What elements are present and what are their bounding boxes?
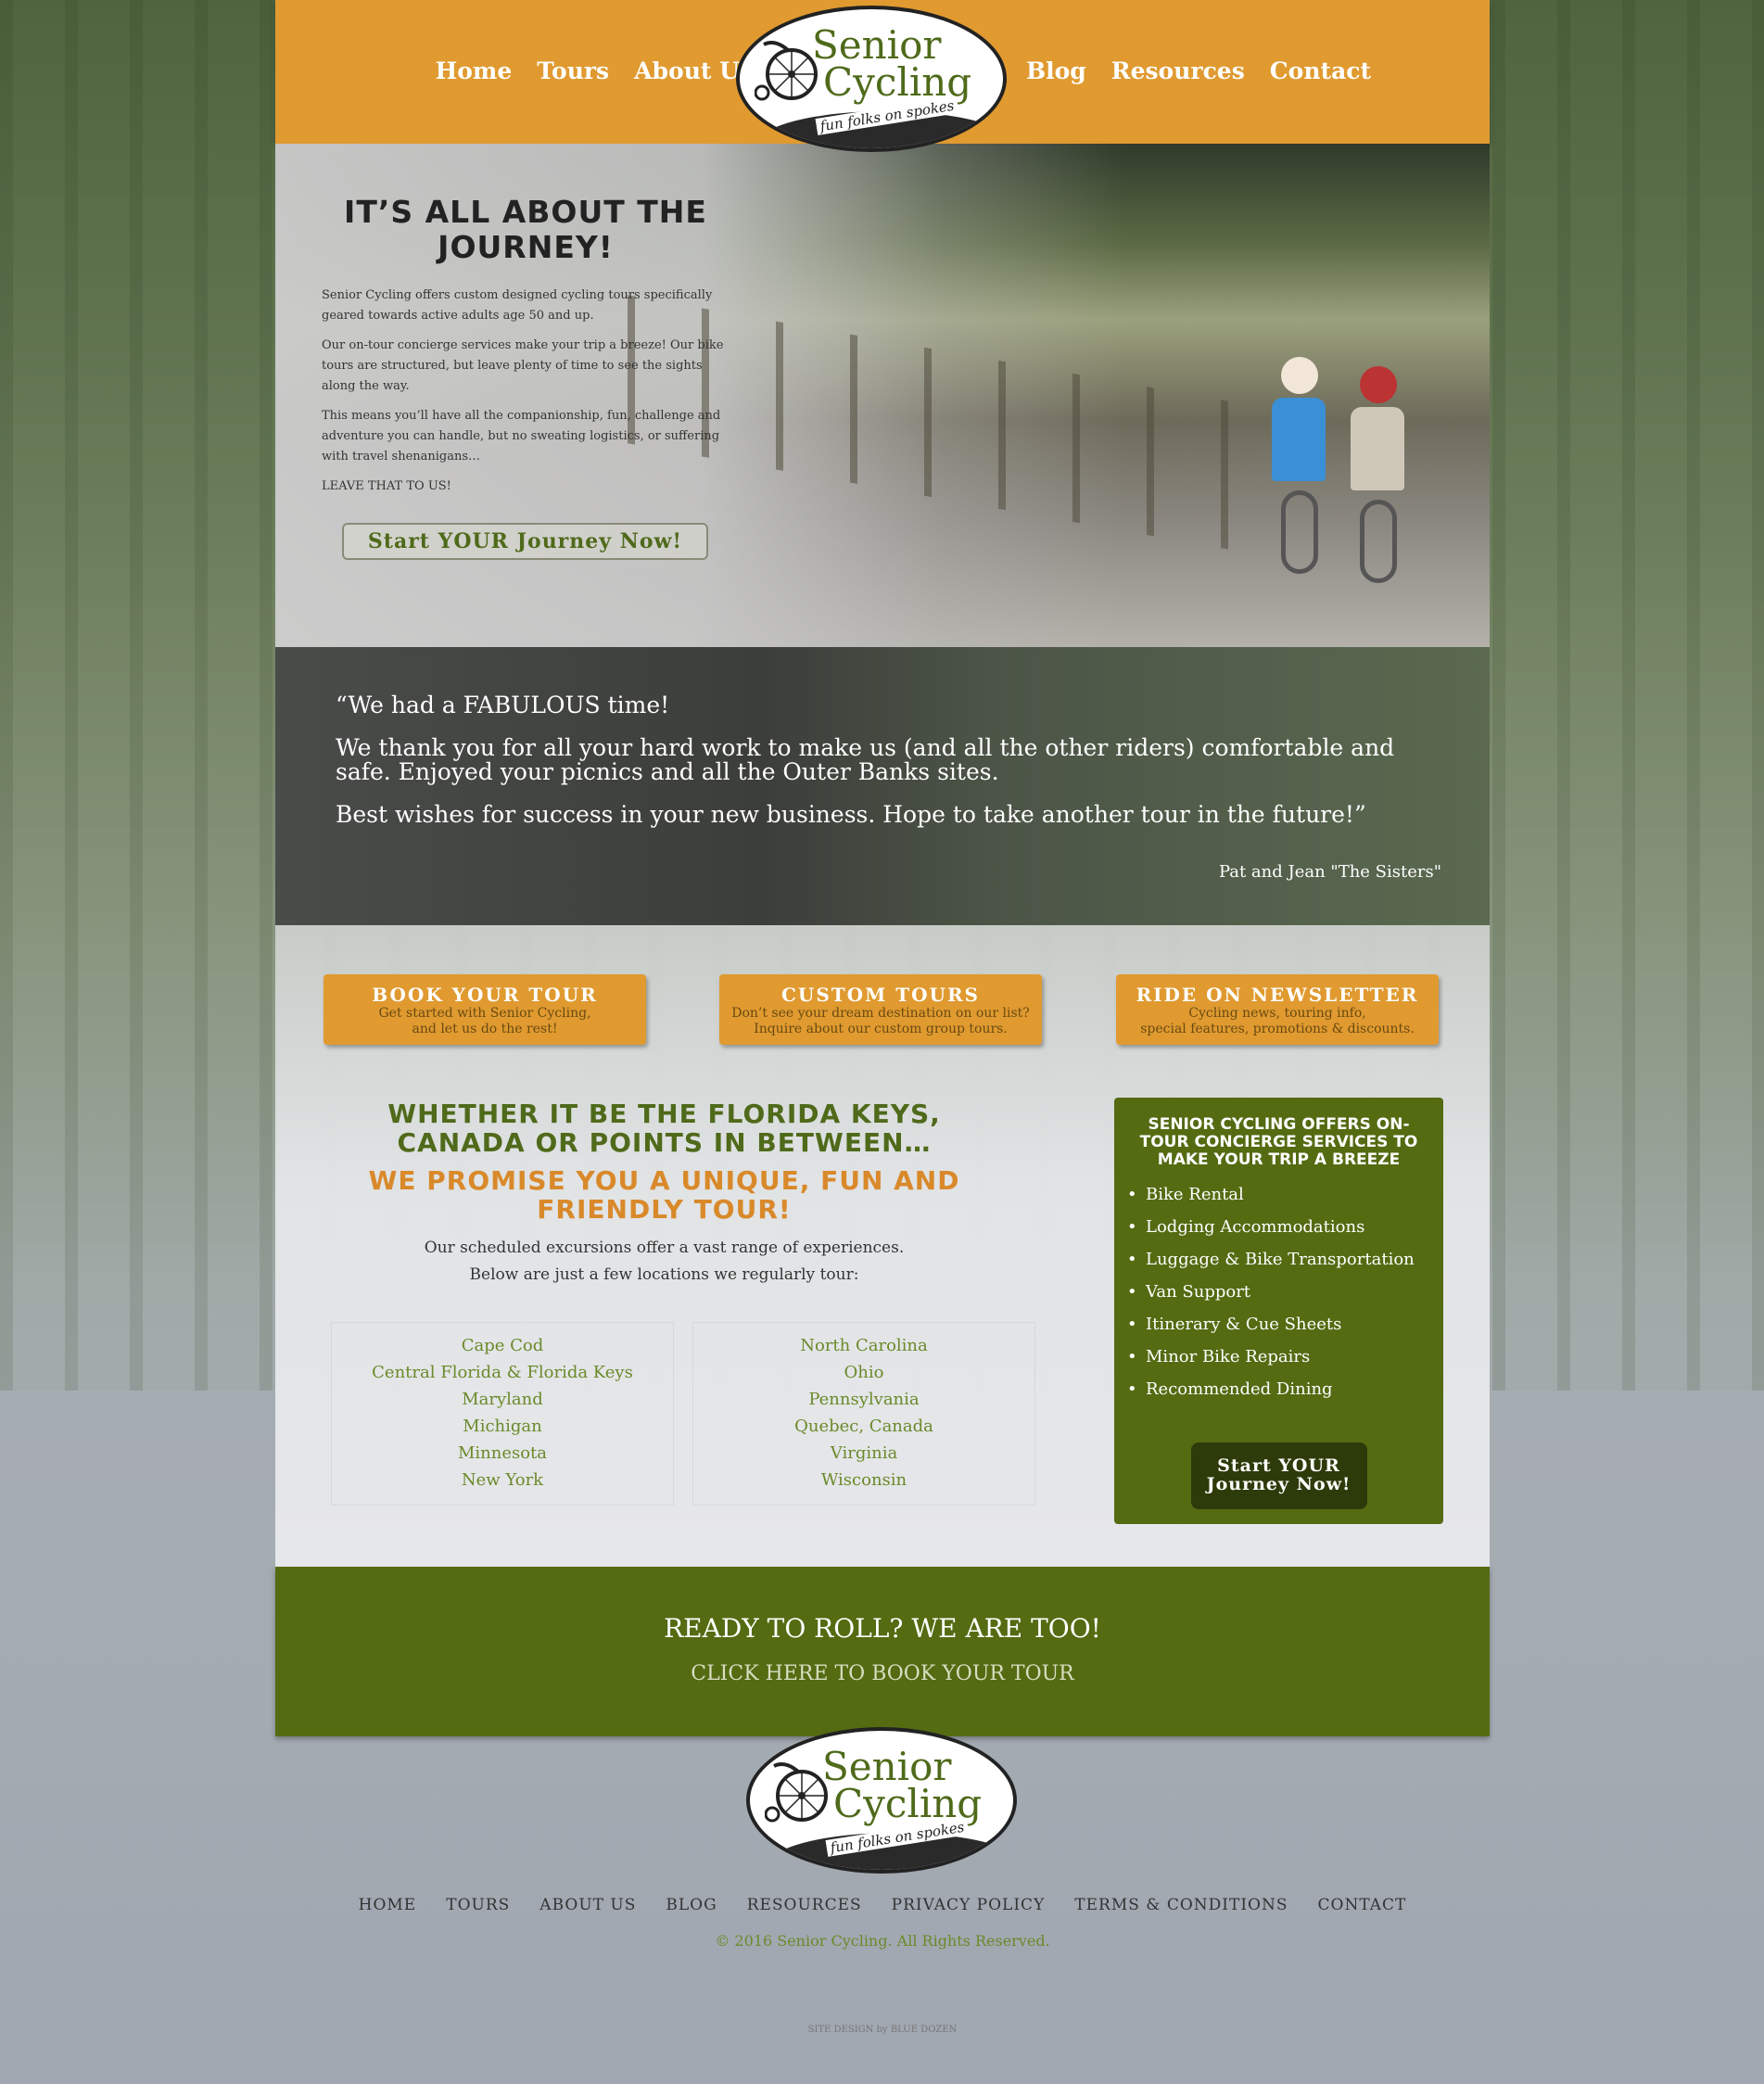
location-item[interactable]: Cape Cod: [332, 1332, 673, 1359]
testimonial-author: Pat and Jean "The Sisters": [1218, 862, 1441, 882]
nav-about-us[interactable]: About Us: [634, 57, 753, 84]
promo-heading: WHETHER IT BE THE FLORIDA KEYS, CANADA O…: [387, 1099, 941, 1158]
footer-logo[interactable]: Senior Cycling fun folks on spokes: [746, 1727, 1017, 1874]
hero-title: IT’S ALL ABOUT THE JOURNEY!: [344, 194, 707, 265]
hero-photo-rider: [1351, 366, 1406, 589]
nav-contact[interactable]: Contact: [1270, 57, 1371, 84]
book-tour-link[interactable]: CLICK HERE TO BOOK YOUR TOUR: [275, 1662, 1490, 1685]
button-label-line: Start YOUR: [1217, 1455, 1340, 1476]
service-item: Bike Rental: [1127, 1178, 1423, 1211]
hero-photo-rider: [1272, 357, 1327, 579]
location-item[interactable]: Minnesota: [332, 1440, 673, 1467]
footer-nav-home[interactable]: HOME: [359, 1896, 417, 1914]
nav-tours[interactable]: Tours: [537, 57, 609, 84]
footer-nav-privacy-policy[interactable]: PRIVACY POLICY: [892, 1896, 1046, 1914]
cta-title: BOOK YOUR TOUR: [372, 984, 598, 1006]
location-item[interactable]: Quebec, Canada: [693, 1413, 1034, 1440]
location-item[interactable]: Central Florida & Florida Keys: [332, 1359, 673, 1386]
location-item[interactable]: Maryland: [332, 1386, 673, 1413]
location-item[interactable]: Ohio: [693, 1359, 1034, 1386]
nav-right: Blog Resources Contact: [1026, 57, 1371, 84]
service-item: Recommended Dining: [1127, 1373, 1423, 1405]
cta-subtitle: Inquire about our custom group tours.: [754, 1022, 1008, 1036]
promo-intro-line: Below are just a few locations we regula…: [469, 1265, 859, 1284]
custom-tours-button[interactable]: CUSTOM TOURS Don’t see your dream destin…: [719, 974, 1042, 1045]
promo-subheading: WE PROMISE YOU A UNIQUE, FUN AND FRIENDL…: [368, 1165, 960, 1225]
services-box: SENIOR CYCLING OFFERS ON-TOUR CONCIERGE …: [1114, 1098, 1443, 1524]
footer-nav-terms[interactable]: TERMS & CONDITIONS: [1074, 1896, 1288, 1914]
service-item: Minor Bike Repairs: [1127, 1341, 1423, 1373]
cta-subtitle: and let us do the rest!: [412, 1022, 558, 1036]
service-item: Lodging Accommodations: [1127, 1211, 1423, 1243]
ready-to-roll-section: READY TO ROLL? WE ARE TOO! CLICK HERE TO…: [275, 1567, 1490, 1736]
cta-subtitle: special features, promotions & discounts…: [1140, 1022, 1415, 1036]
hero-text-block: IT’S ALL ABOUT THE JOURNEY! Senior Cycli…: [322, 195, 730, 560]
service-item: Van Support: [1127, 1276, 1423, 1308]
footer-nav-tours[interactable]: TOURS: [446, 1896, 510, 1914]
hero-paragraph: This means you’ll have all the companion…: [322, 409, 721, 464]
service-item: Itinerary & Cue Sheets: [1127, 1308, 1423, 1341]
cta-subtitle: Get started with Senior Cycling,: [378, 1006, 591, 1021]
nav-left: Home Tours About Us: [436, 57, 753, 84]
services-heading: SENIOR CYCLING OFFERS ON-TOUR CONCIERGE …: [1139, 1115, 1418, 1169]
cta-subtitle: Don’t see your dream destination on our …: [731, 1006, 1030, 1021]
ride-on-newsletter-button[interactable]: RIDE ON NEWSLETTER Cycling news, touring…: [1116, 974, 1439, 1045]
penny-farthing-icon: [765, 1762, 828, 1823]
location-item[interactable]: Wisconsin: [693, 1467, 1034, 1493]
services-list: Bike Rental Lodging Accommodations Lugga…: [1127, 1178, 1423, 1405]
promo-intro: Our scheduled excursions offer a vast ra…: [333, 1235, 996, 1289]
site-credit[interactable]: SITE DESIGN by BLUE DOZEN: [275, 2025, 1490, 2035]
hero-paragraph: Senior Cycling offers custom designed cy…: [322, 288, 713, 323]
hero-paragraph: LEAVE THAT TO US!: [322, 479, 451, 493]
location-item[interactable]: New York: [332, 1467, 673, 1493]
content-panel: BOOK YOUR TOUR Get started with Senior C…: [275, 925, 1490, 1567]
site-logo[interactable]: Senior Cycling fun folks on spokes: [736, 6, 1007, 152]
site-footer: Senior Cycling fun folks on spokes HOME …: [275, 1727, 1490, 2084]
location-item[interactable]: North Carolina: [693, 1332, 1034, 1359]
promo-block: WHETHER IT BE THE FLORIDA KEYS, CANADA O…: [333, 1099, 996, 1289]
site-header: Home Tours About Us Senior Cycling fun f…: [275, 0, 1490, 152]
locations-left: Cape Cod Central Florida & Florida Keys …: [331, 1322, 674, 1506]
testimonial-line: “We had a FABULOUS time!: [336, 692, 670, 718]
start-journey-button[interactable]: Start YOUR Journey Now!: [342, 523, 708, 560]
service-item: Luggage & Bike Transportation: [1127, 1243, 1423, 1276]
footer-nav-resources[interactable]: RESOURCES: [747, 1896, 862, 1914]
location-item[interactable]: Virginia: [693, 1440, 1034, 1467]
button-label-line: Journey Now!: [1206, 1474, 1352, 1494]
penny-farthing-icon: [755, 41, 818, 101]
nav-home[interactable]: Home: [436, 57, 513, 84]
cta-title: CUSTOM TOURS: [780, 984, 981, 1006]
ready-title: READY TO ROLL? WE ARE TOO!: [664, 1613, 1101, 1644]
locations-right: North Carolina Ohio Pennsylvania Quebec,…: [692, 1322, 1035, 1506]
cta-subtitle: Cycling news, touring info,: [1188, 1006, 1366, 1021]
hero-paragraph: Our on-tour concierge services make your…: [322, 338, 724, 393]
copyright: © 2016 Senior Cycling. All Rights Reserv…: [715, 1932, 1050, 1950]
testimonial-section: “We had a FABULOUS time! We thank you fo…: [275, 647, 1490, 925]
promo-intro-line: Our scheduled excursions offer a vast ra…: [424, 1239, 905, 1257]
page-container: Home Tours About Us Senior Cycling fun f…: [275, 0, 1490, 2084]
nav-blog[interactable]: Blog: [1026, 57, 1086, 84]
book-your-tour-button[interactable]: BOOK YOUR TOUR Get started with Senior C…: [324, 974, 646, 1045]
cta-title: RIDE ON NEWSLETTER: [1136, 984, 1419, 1006]
services-start-journey-button[interactable]: Start YOUR Journey Now!: [1190, 1442, 1367, 1509]
footer-nav-contact[interactable]: CONTACT: [1318, 1896, 1407, 1914]
testimonial-line: We thank you for all your hard work to m…: [336, 734, 1395, 785]
nav-resources[interactable]: Resources: [1111, 57, 1245, 84]
footer-nav-blog[interactable]: BLOG: [666, 1896, 717, 1914]
footer-nav-about-us[interactable]: ABOUT US: [539, 1896, 636, 1914]
hero-section: IT’S ALL ABOUT THE JOURNEY! Senior Cycli…: [275, 144, 1490, 647]
location-item[interactable]: Michigan: [332, 1413, 673, 1440]
testimonial-line: Best wishes for success in your new busi…: [336, 801, 1366, 828]
footer-nav: HOME TOURS ABOUT US BLOG RESOURCES PRIVA…: [275, 1896, 1490, 1914]
location-item[interactable]: Pennsylvania: [693, 1386, 1034, 1413]
